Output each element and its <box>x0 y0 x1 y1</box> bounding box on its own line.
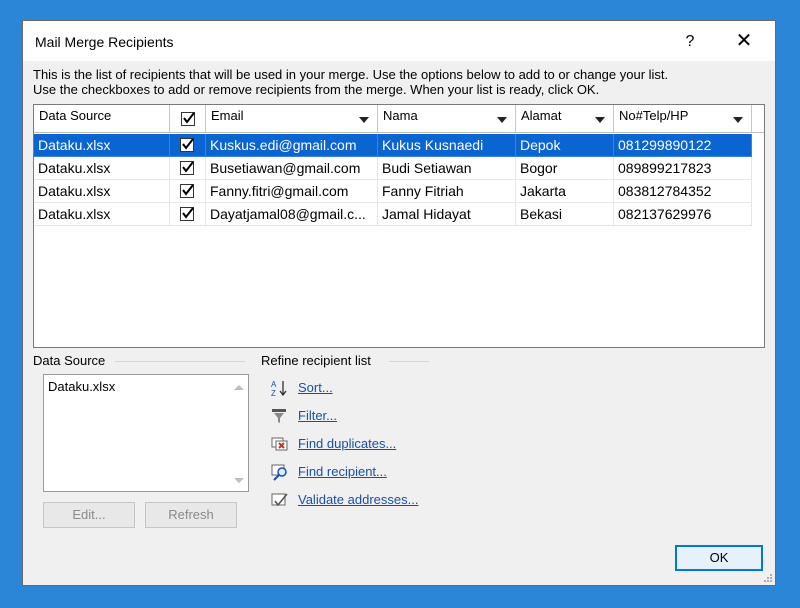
mail-merge-dialog: Mail Merge Recipients ? ✕ This is the li… <box>22 20 776 586</box>
cell-alamat: Depok <box>516 134 614 157</box>
row-checkbox-cell <box>170 180 206 203</box>
cell-source: Dataku.xlsx <box>34 203 170 226</box>
chevron-down-icon[interactable] <box>733 117 743 123</box>
table-row[interactable]: Dataku.xlsx Busetiawan@gmail.com Budi Seti… <box>34 157 752 180</box>
row-checkbox[interactable] <box>180 161 194 175</box>
chevron-down-icon[interactable] <box>595 117 605 123</box>
close-button[interactable]: ✕ <box>729 30 759 54</box>
divider <box>389 361 429 362</box>
list-item[interactable]: Dataku.xlsx <box>48 379 115 394</box>
duplicates-icon <box>271 437 288 451</box>
scroll-down-icon[interactable] <box>234 478 244 483</box>
table-row[interactable]: Dataku.xlsx Kuskus.edi@gmail.com Kukus Kus… <box>34 134 752 157</box>
cell-source: Dataku.xlsx <box>34 134 170 157</box>
cell-nama: Jamal Hidayat <box>378 203 516 226</box>
filter-link-label[interactable]: Filter... <box>298 408 337 423</box>
instruction-line-1: This is the list of recipients that will… <box>33 67 669 82</box>
ok-button[interactable]: OK <box>675 545 763 571</box>
col-header-alamat[interactable]: Alamat <box>516 105 614 132</box>
cell-telp: 089899217823 <box>614 157 752 180</box>
grid-header: Data Source Email Nama Alamat No#Telp/HP <box>34 105 764 133</box>
cell-alamat: Bekasi <box>516 203 614 226</box>
refine-label: Refine recipient list <box>261 353 371 368</box>
col-header-label: No#Telp/HP <box>619 108 689 123</box>
col-header-email[interactable]: Email <box>206 105 378 132</box>
refresh-button[interactable]: Refresh <box>145 502 237 528</box>
dialog-title: Mail Merge Recipients <box>35 34 174 50</box>
find-duplicates-label[interactable]: Find duplicates... <box>298 436 396 451</box>
filter-icon <box>272 409 286 423</box>
help-button[interactable]: ? <box>675 30 705 54</box>
table-row[interactable]: Dataku.xlsx Dayatjamal08@gmail.c... Jamal … <box>34 203 752 226</box>
cell-source: Dataku.xlsx <box>34 180 170 203</box>
instruction-line-2: Use the checkboxes to add or remove reci… <box>33 82 600 97</box>
svg-text:A: A <box>271 380 277 389</box>
header-checkbox[interactable] <box>181 112 195 126</box>
chevron-down-icon[interactable] <box>359 117 369 123</box>
col-header-label: Alamat <box>521 108 562 123</box>
scroll-up-icon[interactable] <box>234 385 244 390</box>
cell-email: Fanny.fitri@gmail.com <box>206 180 378 203</box>
title-bar: Mail Merge Recipients ? ✕ <box>23 21 775 61</box>
table-row[interactable]: Dataku.xlsx Fanny.fitri@gmail.com Fanny Fi… <box>34 180 752 203</box>
svg-text:Z: Z <box>271 389 276 397</box>
cell-telp: 083812784352 <box>614 180 752 203</box>
instructions: This is the list of recipients that will… <box>33 67 668 97</box>
cell-telp: 081299890122 <box>614 134 752 157</box>
divider <box>115 361 245 362</box>
cell-nama: Fanny Fitriah <box>378 180 516 203</box>
row-checkbox[interactable] <box>180 207 194 221</box>
recipients-grid: Data Source Email Nama Alamat No#Telp/HP… <box>33 104 765 348</box>
cell-alamat: Jakarta <box>516 180 614 203</box>
validate-addresses-label[interactable]: Validate addresses... <box>298 492 418 507</box>
cell-email: Busetiawan@gmail.com <box>206 157 378 180</box>
row-checkbox-cell <box>170 203 206 226</box>
data-source-list[interactable]: Dataku.xlsx <box>43 374 249 492</box>
cell-telp: 082137629976 <box>614 203 752 226</box>
col-header-telp[interactable]: No#Telp/HP <box>614 105 752 132</box>
cell-email: Dayatjamal08@gmail.c... <box>206 203 378 226</box>
validate-icon <box>271 493 288 507</box>
cell-nama: Kukus Kusnaedi <box>378 134 516 157</box>
row-checkbox[interactable] <box>180 184 194 198</box>
col-header-nama[interactable]: Nama <box>378 105 516 132</box>
col-header-label: Nama <box>383 108 418 123</box>
cell-email: Kuskus.edi@gmail.com <box>206 134 378 157</box>
find-recipient-label[interactable]: Find recipient... <box>298 464 387 479</box>
search-icon <box>271 464 287 481</box>
sort-link-label[interactable]: Sort... <box>298 380 333 395</box>
row-checkbox-cell <box>170 134 206 157</box>
col-header-label: Data Source <box>39 108 112 123</box>
chevron-down-icon[interactable] <box>497 117 507 123</box>
resize-grip-icon[interactable] <box>763 573 773 583</box>
row-checkbox-cell <box>170 157 206 180</box>
cell-alamat: Bogor <box>516 157 614 180</box>
cell-nama: Budi Setiawan <box>378 157 516 180</box>
col-header-checkbox[interactable] <box>170 105 206 132</box>
col-header-data-source[interactable]: Data Source <box>34 105 170 132</box>
row-checkbox[interactable] <box>180 138 194 152</box>
edit-button[interactable]: Edit... <box>43 502 135 528</box>
data-source-label: Data Source <box>33 353 106 368</box>
col-header-label: Email <box>211 108 244 123</box>
cell-source: Dataku.xlsx <box>34 157 170 180</box>
sort-icon: A Z <box>271 380 287 397</box>
